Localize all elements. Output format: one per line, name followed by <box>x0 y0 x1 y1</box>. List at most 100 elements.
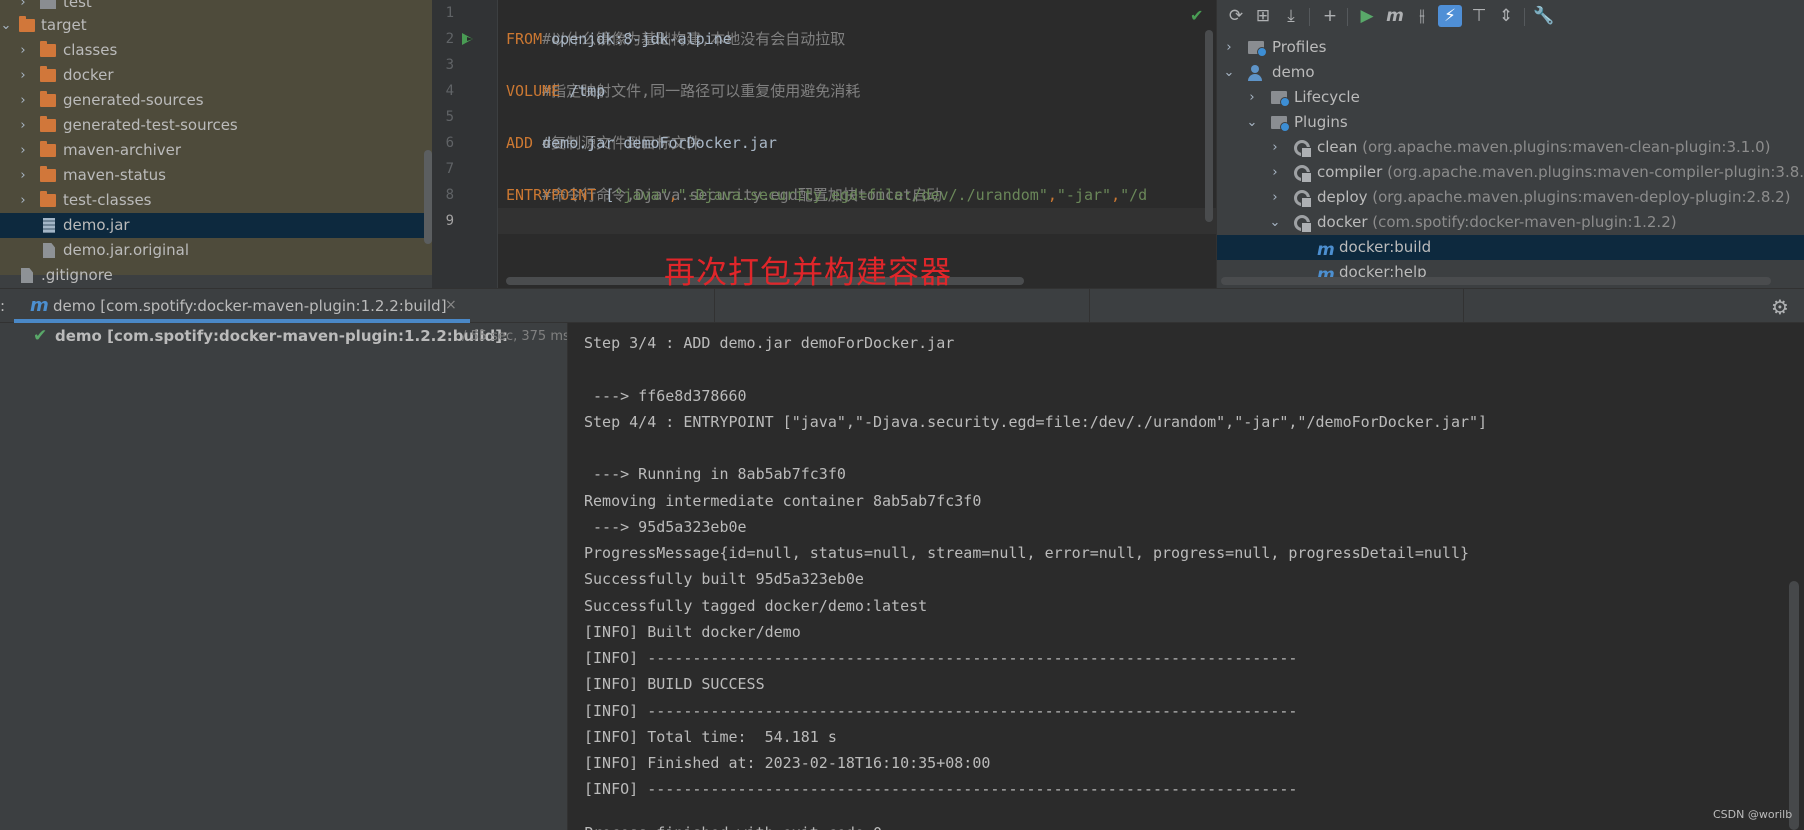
tree-item-maven-archiver[interactable]: › maven-archiver <box>0 138 434 163</box>
console-line: Process finished with exit code 0 <box>584 820 882 830</box>
tree-item-classes[interactable]: › classes <box>0 38 434 63</box>
code-line-5[interactable]: #复制源文件到目标文件 <box>506 104 701 152</box>
build-root-node[interactable]: ✔ demo [com.spotify:docker-maven-plugin:… <box>0 323 567 350</box>
line-number: 1 <box>445 5 454 21</box>
line-number: 3 <box>445 57 454 73</box>
plugin-artifact: (com.spotify:docker-maven-plugin:1.2.2) <box>1372 213 1677 231</box>
show-dependencies-icon[interactable]: ⊤ <box>1467 5 1491 27</box>
profiles-folder-icon <box>1248 41 1267 57</box>
run-gutter-icon[interactable] <box>462 33 473 45</box>
maven-plugin-clean[interactable]: › clean (org.apache.maven.plugins:maven-… <box>1217 135 1804 160</box>
code-line-3[interactable]: #指定映射文件,同一路径可以重复使用避免消耗 <box>506 52 860 100</box>
skip-tests-icon[interactable]: ⚡ <box>1438 5 1462 27</box>
tree-item-target[interactable]: ⌄ target <box>0 13 434 38</box>
console-line: [INFO] ---------------------------------… <box>584 649 1298 667</box>
tree-item-test-classes[interactable]: › test-classes <box>0 188 434 213</box>
console-line: [INFO] Total time: 54.181 s <box>584 728 837 746</box>
add-folder-icon[interactable]: ⊞ <box>1251 5 1275 27</box>
reload-icon[interactable]: ⟳ <box>1224 5 1248 27</box>
console-scrollbar[interactable] <box>1789 581 1799 830</box>
maven-horizontal-scrollbar[interactable] <box>1221 277 1771 285</box>
console-line: [INFO] ---------------------------------… <box>584 702 1298 720</box>
tree-item-docker[interactable]: › docker <box>0 63 434 88</box>
maven-goal-icon: m <box>30 295 49 316</box>
tree-item-maven-status[interactable]: › maven-status <box>0 163 434 188</box>
chevron-down-icon[interactable]: ⌄ <box>1223 60 1235 85</box>
plugin-artifact: (org.apache.maven.plugins:maven-deploy-p… <box>1372 188 1791 206</box>
run-tool-window-tabs: : m demo [com.spotify:docker-maven-plugi… <box>0 288 1804 323</box>
download-icon[interactable]: ⤓ <box>1279 5 1303 27</box>
tree-item-label: maven-status <box>63 166 166 184</box>
collapse-all-icon[interactable]: ⇕ <box>1494 5 1518 27</box>
toggle-offline-icon[interactable]: ⫲ <box>1410 5 1434 27</box>
plugin-name: clean <box>1317 138 1358 156</box>
code-text: [ <box>596 186 615 204</box>
project-scrollbar-thumb[interactable] <box>424 150 432 244</box>
folder-icon <box>40 0 56 9</box>
chevron-right-icon[interactable]: › <box>17 113 29 138</box>
build-duration: / 55 sec, 375 ms <box>462 329 567 344</box>
chevron-right-icon[interactable]: › <box>17 88 29 113</box>
chevron-right-icon[interactable]: › <box>1223 35 1235 60</box>
console-line: Removing intermediate container 8ab5ab7f… <box>584 492 982 510</box>
chevron-right-icon[interactable]: › <box>17 188 29 213</box>
maven-toolbar: ⟳ ⊞ ⤓ + ▶ m ⫲ ⚡ ⊤ ⇕ 🔧 <box>1217 0 1804 33</box>
chevron-right-icon[interactable]: › <box>1269 160 1281 185</box>
watermark: CSDN @worilb <box>1713 808 1793 821</box>
folder-icon <box>40 141 56 157</box>
console-line: Successfully built 95d5a323eb0e <box>584 570 864 588</box>
maven-item-demo[interactable]: ⌄ demo <box>1217 60 1804 85</box>
console-line: Step 3/4 : ADD demo.jar demoForDocker.ja… <box>584 334 955 352</box>
code-line-8[interactable]: ENTRYPOINT ["java","-Djava.security.egd=… <box>506 182 1147 208</box>
console-line: [INFO] ---------------------------------… <box>584 780 1298 798</box>
maven-plugin-docker[interactable]: ⌄ docker (com.spotify:docker-maven-plugi… <box>1217 210 1804 235</box>
folder-icon <box>40 91 56 107</box>
maven-plugin-compiler[interactable]: › compiler (org.apache.maven.plugins:mav… <box>1217 160 1804 185</box>
chevron-right-icon[interactable]: › <box>17 38 29 63</box>
chevron-right-icon[interactable]: › <box>1269 135 1281 160</box>
code-line-1[interactable]: #以什么镜像为基础构建,本地没有会自动拉取 <box>506 0 845 48</box>
tree-item-generated-test-sources[interactable]: › generated-test-sources <box>0 113 434 138</box>
inspection-ok-check-icon[interactable]: ✔ <box>1190 6 1203 25</box>
chevron-right-icon[interactable]: › <box>1246 85 1258 110</box>
maven-goal-icon[interactable]: m <box>1383 5 1407 27</box>
maven-item-profiles[interactable]: › Profiles <box>1217 35 1804 60</box>
maven-item-label: Profiles <box>1272 38 1327 56</box>
chevron-right-icon[interactable]: › <box>17 138 29 163</box>
line-number: 5 <box>445 109 454 125</box>
code-comma: , <box>668 186 678 204</box>
code-line-2[interactable]: FROM openjdk:8-jdk-alpine <box>506 26 732 52</box>
chevron-down-icon[interactable]: ⌄ <box>1269 210 1281 235</box>
code-line-7[interactable]: #命令行命令,Djava.security.egd配置加快tomcat启动 <box>506 156 942 204</box>
editor-vertical-scrollbar[interactable] <box>1205 30 1213 222</box>
tab-run-docker-build[interactable]: m demo [com.spotify:docker-maven-plugin:… <box>14 289 470 323</box>
chevron-right-icon[interactable]: › <box>17 163 29 188</box>
code-line-4[interactable]: VOLUME /tmp <box>506 78 605 104</box>
run-icon[interactable]: ▶ <box>1355 5 1379 27</box>
chevron-down-icon[interactable]: ⌄ <box>0 13 12 38</box>
folder-icon <box>40 191 56 207</box>
line-number: 4 <box>445 83 454 99</box>
tree-item-label: generated-test-sources <box>63 116 238 134</box>
gear-icon[interactable]: ⚙ <box>1771 295 1789 319</box>
console-output[interactable]: Step 3/4 : ADD demo.jar demoForDocker.ja… <box>567 323 1804 830</box>
maven-item-plugins[interactable]: ⌄ Plugins <box>1217 110 1804 135</box>
maven-tool-window: ⟳ ⊞ ⤓ + ▶ m ⫲ ⚡ ⊤ ⇕ 🔧 › Profiles ⌄ demo … <box>1216 0 1804 288</box>
tree-item-demo-jar-original[interactable]: demo.jar.original <box>0 238 434 263</box>
maven-item-lifecycle[interactable]: › Lifecycle <box>1217 85 1804 110</box>
tree-item-gitignore[interactable]: .gitignore <box>0 263 434 288</box>
maven-plugin-deploy[interactable]: › deploy (org.apache.maven.plugins:maven… <box>1217 185 1804 210</box>
console-line: ---> 95d5a323eb0e <box>584 518 747 536</box>
chevron-right-icon[interactable]: › <box>1269 185 1281 210</box>
chevron-right-icon[interactable]: › <box>17 63 29 88</box>
file-icon <box>43 243 55 258</box>
close-icon[interactable]: × <box>445 297 457 313</box>
tree-item-demo-jar[interactable]: demo.jar <box>0 213 434 238</box>
tree-item-generated-sources[interactable]: › generated-sources <box>0 88 434 113</box>
plus-icon[interactable]: + <box>1318 5 1342 27</box>
settings-wrench-icon[interactable]: 🔧 <box>1532 5 1556 27</box>
chevron-down-icon[interactable]: ⌄ <box>1246 110 1258 135</box>
dockerfile-editor[interactable]: 1 2 3 4 5 6 7 8 9 #以什么镜像为基础构建,本地没有会自动拉取 … <box>434 0 1216 288</box>
code-line-6[interactable]: ADD demo.jar demoForDocker.jar <box>506 130 777 156</box>
maven-goal-docker-build[interactable]: m docker:build <box>1217 235 1804 260</box>
